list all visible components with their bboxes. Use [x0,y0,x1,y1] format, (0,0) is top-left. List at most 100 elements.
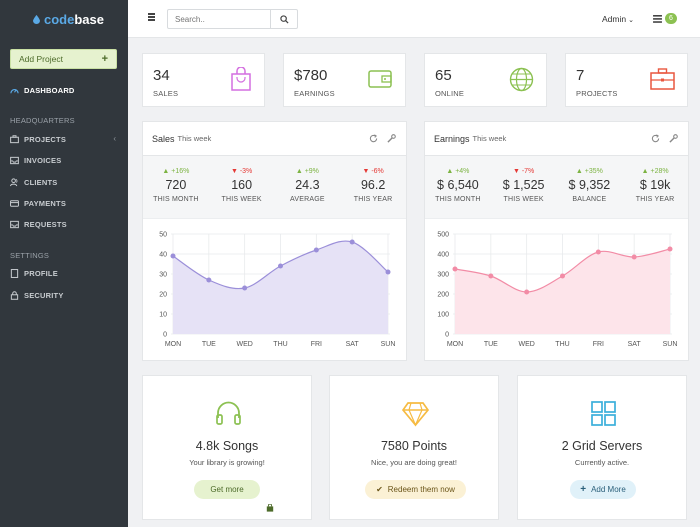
metric-value: $ 1,525 [502,178,545,192]
card-title: 4.8k Songs [195,439,259,453]
sidebar-item-invoices[interactable]: INVOICES [10,156,61,165]
x-tick-label: THU [555,341,569,348]
metric-cell: ▼ -7% $ 1,525 THIS WEEK [491,156,557,218]
grid-icon [591,401,616,426]
metric-cell: ▼ -3% 160 THIS WEEK [209,156,275,218]
panel-title: Sales [152,133,175,144]
panel-subtitle: This week [177,134,212,143]
stat-card-online[interactable]: 65 ONLINE [424,53,547,107]
metrics-row: ▲ +4% $ 6,540 THIS MONTH ▼ -7% $ 1,525 T… [425,156,688,219]
metric-caption: AVERAGE [290,196,325,203]
metric-value: $ 19k [639,178,671,192]
y-tick-label: 300 [437,272,449,279]
hamburger-icon[interactable] [148,13,156,21]
metric-cell: ▲ +28% $ 19k THIS YEAR [622,156,688,218]
check-icon: ✔ [376,485,383,494]
notifications[interactable]: 6 [653,13,677,24]
data-point [488,273,494,279]
x-tick-label: FRI [311,341,322,348]
search-icon [279,14,289,24]
inbox-icon [10,156,19,165]
sales-chart: 0 10 20 30 40 50 MON TUE WED THU FRI SAT SUN [159,232,396,349]
stat-label: PROJECTS [576,89,618,98]
logo-suffix: base [74,11,104,27]
y-tick-label: 0 [163,332,167,339]
search-input[interactable] [168,10,268,28]
sidebar-item-payments[interactable]: PAYMENTS [10,199,66,208]
plus-icon: + [101,53,108,65]
sidebar-item-clients[interactable]: CLIENTS [10,178,57,187]
refresh-icon[interactable] [369,134,378,143]
sales-panel: Sales This week ▲ +16% 720 THIS MONTH ▼ … [142,121,407,361]
data-point [595,249,601,255]
earnings-chart: 0 100 200 300 400 500 MON TUE WED THU FRI SAT SUN [437,232,678,349]
metric-cell: ▲ +35% $ 9,352 BALANCE [557,156,623,218]
sidebar-item-label: REQUESTS [24,220,67,229]
data-point [278,263,283,269]
refresh-icon[interactable] [651,134,660,143]
sidebar-item-label: PROFILE [24,269,58,278]
x-tick-label: THU [273,341,287,348]
stat-label: EARNINGS [294,89,335,98]
stat-card-earnings[interactable]: $780 EARNINGS [283,53,406,107]
shopping-bag-icon [266,504,274,512]
stat-card-sales[interactable]: 34 SALES [142,53,265,107]
card-description: Currently active. [574,458,630,467]
x-tick-label: WED [236,341,252,348]
lock-icon [10,291,19,300]
metric-caption: THIS MONTH [435,196,481,203]
data-point [452,266,458,272]
search-button[interactable] [270,10,297,28]
panel-header: Earnings This week [425,122,688,156]
x-tick-label: SUN [663,341,678,348]
sidebar-item-dashboard[interactable]: DASHBOARD [10,86,75,95]
panel-title: Earnings [434,133,470,144]
briefcase-icon [650,68,675,90]
stat-card-projects[interactable]: 7 PROJECTS [565,53,688,107]
metric-value: $ 6,540 [437,178,479,192]
card-description: Your library is growing! [189,458,265,467]
chevron-left-icon[interactable]: ‹ [113,134,116,143]
metric-cell: ▲ +4% $ 6,540 THIS MONTH [425,156,491,218]
button-label: Add More [591,485,626,494]
y-tick-label: 50 [159,232,167,239]
add-project-button[interactable]: Add Project + [10,49,117,69]
topbar: Admin⌄ 6 [128,0,700,38]
sidebar-item-requests[interactable]: REQUESTS [10,220,67,229]
search-box [167,9,298,29]
sidebar-item-projects[interactable]: PROJECTS [10,135,128,144]
data-point [349,239,355,245]
add-project-label: Add Project [19,54,63,64]
metric-value: 720 [165,178,187,192]
sidebar-item-label: INVOICES [24,156,62,165]
y-tick-label: 0 [445,332,449,339]
metric-caption: THIS MONTH [153,196,199,203]
metric-delta: ▲ +9% [295,168,319,175]
get-more-button[interactable]: Get more [194,480,274,512]
songs-card: 4.8k Songs Your library is growing! Get … [142,375,312,520]
wrench-icon[interactable] [387,134,396,143]
earnings-panel: Earnings This week ▲ +4% $ 6,540 THIS MO… [424,121,689,361]
metric-delta: ▼ -3% [230,168,253,175]
metric-caption: THIS WEEK [503,196,544,203]
metric-value: $ 9,352 [568,178,611,192]
panel-header: Sales This week [143,122,406,156]
x-tick-label: SUN [381,341,396,348]
metric-cell: ▲ +9% 24.3 AVERAGE [275,156,341,218]
sidebar-item-security[interactable]: SECURITY [10,291,64,300]
metric-delta: ▼ -7% [512,168,535,175]
y-tick-label: 20 [159,292,167,299]
wrench-icon[interactable] [669,134,678,143]
x-tick-label: MON [447,341,463,348]
sidebar-item-profile[interactable]: PROFILE [10,269,58,278]
redeem-button[interactable]: ✔ Redeem them now [365,480,466,499]
chevron-down-icon: ⌄ [628,17,634,24]
logo[interactable]: code base [0,0,128,38]
tray-icon [10,220,19,229]
stat-label: SALES [153,89,179,98]
y-tick-label: 400 [437,252,449,259]
add-more-button[interactable]: + Add More [570,480,636,499]
sidebar-item-label: DASHBOARD [24,86,75,95]
stat-value: 34 [153,67,170,84]
user-menu[interactable]: Admin ⌄ [602,14,634,24]
